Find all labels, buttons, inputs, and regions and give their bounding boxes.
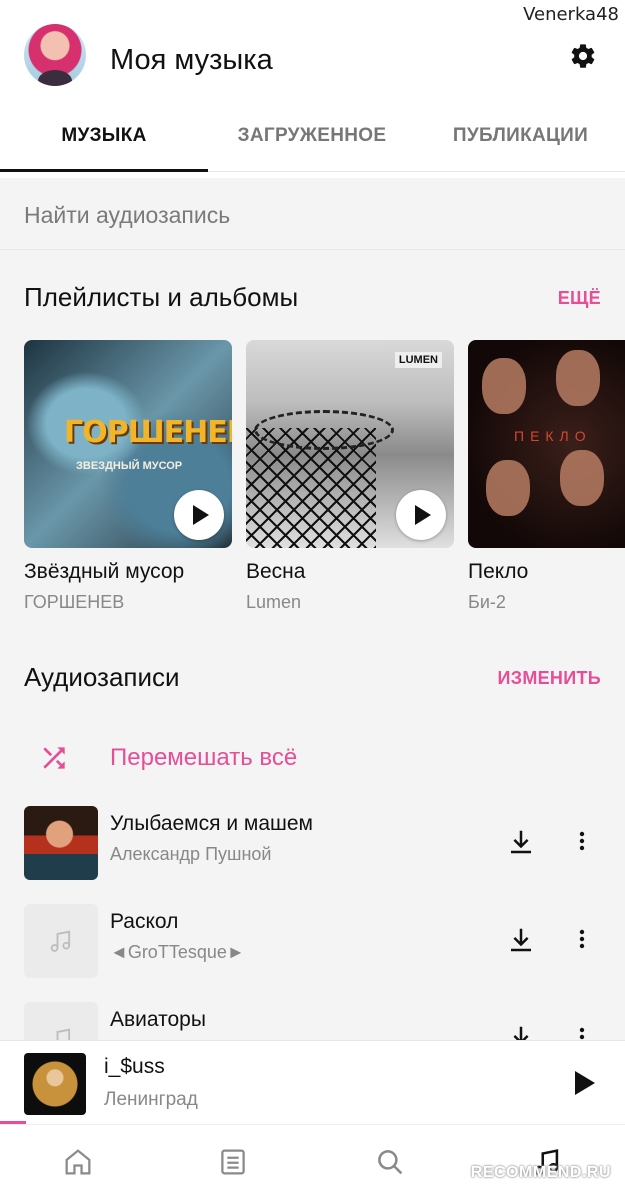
tab-publications[interactable]: ПУБЛИКАЦИИ bbox=[416, 112, 625, 172]
play-button[interactable] bbox=[396, 490, 446, 540]
audio-edit-link[interactable]: ИЗМЕНИТЬ bbox=[498, 668, 601, 689]
play-icon[interactable] bbox=[575, 1071, 595, 1095]
feed-icon[interactable] bbox=[216, 1145, 250, 1179]
active-tab-indicator bbox=[0, 169, 208, 172]
track-cover bbox=[24, 806, 98, 880]
cover-band-text: LUMEN bbox=[394, 352, 442, 368]
now-playing-bar[interactable]: i_$uss Ленинград bbox=[0, 1040, 625, 1124]
download-icon[interactable] bbox=[506, 1022, 536, 1040]
gear-icon[interactable] bbox=[569, 42, 597, 70]
band-member-face bbox=[486, 460, 530, 516]
more-options-icon[interactable] bbox=[570, 1020, 594, 1040]
shuffle-icon bbox=[43, 747, 65, 769]
main-content[interactable]: Плейлисты и альбомы ЕЩЁ ГОРШЕНЕВ ЗВЕЗДНЫ… bbox=[0, 250, 625, 1040]
track-row[interactable]: Авиаторы bbox=[0, 998, 625, 1040]
album-title: Звёздный мусор bbox=[24, 560, 185, 583]
album-title: Пекло bbox=[468, 560, 529, 583]
play-button[interactable] bbox=[174, 490, 224, 540]
username-watermark: Venerka48 bbox=[523, 4, 619, 25]
album-title: Весна bbox=[246, 560, 306, 583]
album-cover[interactable]: LUMEN bbox=[246, 340, 454, 548]
cover-band-text: ГОРШЕНЕВ bbox=[64, 415, 232, 450]
tab-bar: МУЗЫКА ЗАГРУЖЕННОЕ ПУБЛИКАЦИИ bbox=[0, 112, 625, 172]
band-member-face bbox=[482, 358, 526, 414]
now-playing-cover bbox=[24, 1053, 86, 1115]
audio-title: Аудиозаписи bbox=[24, 662, 180, 692]
band-member-face bbox=[560, 450, 604, 506]
track-cover-placeholder bbox=[24, 904, 98, 978]
cover-band-text: ПЕКЛО bbox=[514, 428, 592, 444]
album-card[interactable]: ГОРШЕНЕВ ЗВЕЗДНЫЙ МУСОР Звёздный мусор Г… bbox=[24, 340, 232, 613]
album-card[interactable]: ПЕКЛО Пекло Би-2 bbox=[468, 340, 625, 613]
album-artist: Lumen bbox=[246, 592, 302, 612]
more-options-icon[interactable] bbox=[570, 922, 594, 956]
search-icon[interactable] bbox=[373, 1145, 407, 1179]
download-icon[interactable] bbox=[506, 924, 536, 956]
home-icon[interactable] bbox=[61, 1145, 95, 1179]
playlists-title: Плейлисты и альбомы bbox=[24, 282, 299, 312]
track-artist: Александр Пушной bbox=[110, 844, 272, 864]
shuffle-label: Перемешать всё bbox=[110, 744, 298, 771]
shuffle-all-button[interactable]: Перемешать всё bbox=[0, 730, 625, 786]
bottom-navigation: RECOMMEND.RU bbox=[0, 1124, 625, 1200]
album-cover[interactable]: ПЕКЛО bbox=[468, 340, 625, 548]
tab-downloaded[interactable]: ЗАГРУЖЕННОЕ bbox=[208, 112, 416, 172]
download-icon[interactable] bbox=[506, 826, 536, 858]
brand-watermark: RECOMMEND.RU bbox=[470, 1164, 611, 1181]
album-cover[interactable]: ГОРШЕНЕВ ЗВЕЗДНЫЙ МУСОР bbox=[24, 340, 232, 548]
page-title: Моя музыка bbox=[110, 44, 273, 76]
album-card[interactable]: LUMEN Весна Lumen bbox=[246, 340, 454, 613]
album-artist: ГОРШЕНЕВ bbox=[24, 592, 125, 612]
track-title: Авиаторы bbox=[110, 1008, 206, 1031]
tab-music[interactable]: МУЗЫКА bbox=[0, 112, 208, 172]
more-options-icon[interactable] bbox=[570, 824, 594, 858]
barbed-wire-graphic bbox=[254, 410, 394, 450]
search-input[interactable] bbox=[24, 198, 584, 232]
band-member-face bbox=[556, 350, 600, 406]
track-title: Улыбаемся и машем bbox=[110, 812, 313, 835]
cover-album-text: ЗВЕЗДНЫЙ МУСОР bbox=[76, 460, 183, 472]
track-row[interactable]: Улыбаемся и машем Александр Пушной bbox=[0, 802, 625, 882]
track-cover-placeholder bbox=[24, 1002, 98, 1040]
now-playing-title: i_$uss bbox=[104, 1055, 165, 1078]
music-note-icon bbox=[50, 930, 71, 952]
user-avatar[interactable] bbox=[24, 24, 86, 86]
music-note-icon bbox=[56, 1028, 71, 1040]
track-title: Раскол bbox=[110, 910, 179, 933]
track-row[interactable]: Раскол ◄GroTTesque► bbox=[0, 900, 625, 980]
now-playing-artist: Ленинград bbox=[104, 1089, 198, 1110]
track-artist: ◄GroTTesque► bbox=[110, 942, 245, 962]
album-artist: Би-2 bbox=[468, 592, 506, 612]
search-bar bbox=[0, 178, 625, 250]
playlists-more-link[interactable]: ЕЩЁ bbox=[558, 288, 601, 309]
